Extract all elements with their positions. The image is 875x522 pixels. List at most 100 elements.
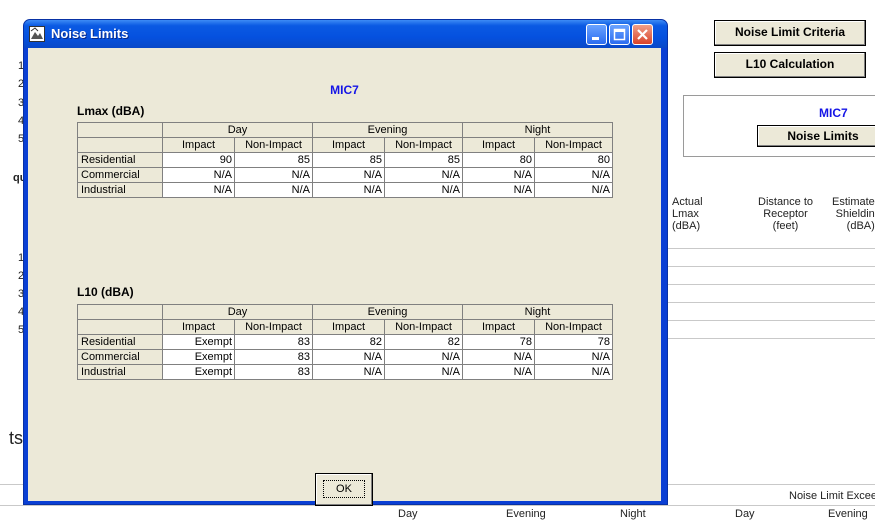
row-label: Commercial bbox=[77, 167, 163, 183]
l10-calculation-button[interactable]: L10 Calculation bbox=[714, 52, 866, 78]
ok-label: OK bbox=[323, 480, 365, 498]
lmax-label: Lmax (dBA) bbox=[77, 104, 145, 118]
distance-header: Distance to Receptor (feet) bbox=[758, 196, 814, 232]
footer-night: Night bbox=[620, 508, 646, 520]
noise-limits-button[interactable]: Noise Limits bbox=[757, 125, 875, 147]
period-header: Night bbox=[462, 304, 614, 320]
value-cell[interactable]: 90 bbox=[162, 152, 235, 168]
subheader-cell: Impact bbox=[162, 137, 235, 153]
value-cell[interactable]: 85 bbox=[312, 152, 385, 168]
subheader-cell: Impact bbox=[312, 319, 385, 335]
maximize-icon bbox=[613, 28, 626, 41]
corner-cell bbox=[77, 319, 163, 335]
row-label: Residential bbox=[77, 152, 163, 168]
value-cell[interactable]: N/A bbox=[534, 182, 614, 198]
value-cell[interactable]: N/A bbox=[312, 364, 385, 380]
value-cell[interactable]: Exempt bbox=[162, 334, 235, 350]
subheader-cell: Non-Impact bbox=[383, 319, 464, 335]
grid-line bbox=[668, 266, 875, 267]
noise-limits-dialog: Noise Limits MIC7 Lmax (dBA) Day Evening… bbox=[23, 19, 668, 506]
value-cell[interactable]: N/A bbox=[383, 182, 464, 198]
app-icon bbox=[29, 26, 45, 42]
table-row: Industrial Exempt 83 N/A N/A N/A N/A bbox=[77, 364, 614, 380]
value-cell[interactable]: N/A bbox=[462, 167, 536, 183]
minimize-icon bbox=[592, 37, 599, 40]
footer-evening: Evening bbox=[828, 508, 868, 520]
value-cell[interactable]: N/A bbox=[234, 182, 313, 198]
value-cell[interactable]: 78 bbox=[462, 334, 536, 350]
value-cell[interactable]: N/A bbox=[162, 167, 235, 183]
period-header: Evening bbox=[311, 122, 464, 138]
value-cell[interactable]: N/A bbox=[534, 364, 614, 380]
table-row: Commercial N/A N/A N/A N/A N/A N/A bbox=[77, 167, 614, 183]
actual-lmax-header: Actual Lmax (dBA) bbox=[672, 196, 703, 232]
subheader-cell: Impact bbox=[162, 319, 235, 335]
value-cell[interactable]: 85 bbox=[234, 152, 313, 168]
value-cell[interactable]: N/A bbox=[462, 182, 536, 198]
dialog-client-area: MIC7 Lmax (dBA) Day Evening Night Impact… bbox=[28, 48, 661, 506]
table-row: Industrial N/A N/A N/A N/A N/A N/A bbox=[77, 182, 614, 198]
value-cell[interactable]: N/A bbox=[383, 364, 464, 380]
period-header: Day bbox=[162, 122, 313, 138]
value-cell[interactable]: 82 bbox=[383, 334, 464, 350]
close-button[interactable] bbox=[632, 24, 653, 45]
grid-line bbox=[668, 302, 875, 303]
period-header: Day bbox=[162, 304, 313, 320]
row-label: Commercial bbox=[77, 349, 163, 365]
footer-day: Day bbox=[398, 508, 418, 520]
table-row: Residential Exempt 83 82 82 78 78 bbox=[77, 334, 614, 350]
l10-label: L10 (dBA) bbox=[77, 285, 134, 299]
noise-limit-criteria-button[interactable]: Noise Limit Criteria bbox=[714, 20, 866, 46]
value-cell[interactable]: Exempt bbox=[162, 349, 235, 365]
value-cell[interactable]: N/A bbox=[162, 182, 235, 198]
grid-line bbox=[0, 505, 875, 506]
value-cell[interactable]: 82 bbox=[312, 334, 385, 350]
footer-evening: Evening bbox=[506, 508, 546, 520]
value-cell[interactable]: 80 bbox=[534, 152, 614, 168]
value-cell[interactable]: 78 bbox=[534, 334, 614, 350]
subheader-cell: Impact bbox=[462, 319, 536, 335]
footer-day: Day bbox=[735, 508, 755, 520]
value-cell[interactable]: N/A bbox=[462, 349, 536, 365]
value-cell[interactable]: N/A bbox=[312, 182, 385, 198]
value-cell[interactable]: N/A bbox=[312, 167, 385, 183]
row-label: Residential bbox=[77, 334, 163, 350]
subheader-cell: Impact bbox=[462, 137, 536, 153]
grid-line bbox=[668, 248, 875, 249]
value-cell[interactable]: 83 bbox=[234, 349, 313, 365]
value-cell[interactable]: N/A bbox=[534, 349, 614, 365]
value-cell[interactable]: 85 bbox=[383, 152, 464, 168]
value-cell[interactable]: 80 bbox=[462, 152, 536, 168]
period-header: Evening bbox=[311, 304, 464, 320]
mic-label: MIC7 bbox=[819, 106, 848, 120]
value-cell[interactable]: 83 bbox=[234, 364, 313, 380]
value-cell[interactable]: N/A bbox=[234, 167, 313, 183]
subheader-cell: Non-Impact bbox=[534, 319, 614, 335]
table-row: Commercial Exempt 83 N/A N/A N/A N/A bbox=[77, 349, 614, 365]
value-cell[interactable]: Exempt bbox=[162, 364, 235, 380]
shielding-header: Estimate Shieldin (dBA) bbox=[832, 196, 875, 232]
value-cell[interactable]: 83 bbox=[234, 334, 313, 350]
noise-limit-exceed-header: Noise Limit Exceed bbox=[789, 490, 875, 502]
lmax-table: Day Evening Night Impact Non-Impact Impa… bbox=[77, 122, 614, 198]
grid-line bbox=[668, 284, 875, 285]
table-row: Residential 90 85 85 85 80 80 bbox=[77, 152, 614, 168]
ok-button[interactable]: OK bbox=[315, 473, 373, 506]
value-cell[interactable]: N/A bbox=[312, 349, 385, 365]
value-cell[interactable]: N/A bbox=[462, 364, 536, 380]
row-label: Industrial bbox=[77, 182, 163, 198]
subheader-cell: Non-Impact bbox=[534, 137, 614, 153]
subheader-cell: Non-Impact bbox=[383, 137, 464, 153]
corner-cell bbox=[77, 137, 163, 153]
grid-line bbox=[668, 320, 875, 321]
value-cell[interactable]: N/A bbox=[383, 167, 464, 183]
value-cell[interactable]: N/A bbox=[534, 167, 614, 183]
minimize-button[interactable] bbox=[586, 24, 607, 45]
maximize-button[interactable] bbox=[609, 24, 630, 45]
grid-line bbox=[668, 338, 875, 339]
title-bar[interactable]: Noise Limits bbox=[24, 20, 667, 48]
period-header: Night bbox=[462, 122, 614, 138]
corner-cell bbox=[77, 122, 163, 138]
value-cell[interactable]: N/A bbox=[383, 349, 464, 365]
subheader-cell: Non-Impact bbox=[234, 319, 313, 335]
